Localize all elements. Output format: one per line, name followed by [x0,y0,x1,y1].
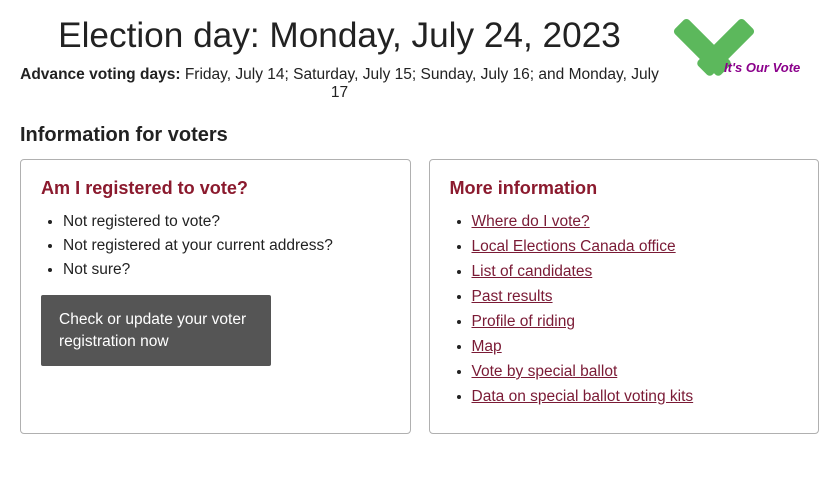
list-item-past-results: Past results [472,288,799,306]
link-profile-riding[interactable]: Profile of riding [472,313,576,330]
page-wrapper: It's Our Vote Election day: Monday, July… [0,0,839,454]
card-more-info: More information Where do I vote? Local … [429,159,820,434]
link-past-results[interactable]: Past results [472,288,553,305]
registration-bullets: Not registered to vote? Not registered a… [41,213,390,279]
register-button[interactable]: Check or update your voter registration … [41,295,271,366]
link-candidates[interactable]: List of candidates [472,263,593,280]
list-item-where-vote: Where do I vote? [472,213,799,231]
info-section-title: Information for voters [20,124,819,147]
logo-svg: It's Our Vote [669,10,819,105]
advance-voting-label: Advance voting days: [20,66,180,83]
bullet-not-current-address: Not registered at your current address? [63,237,390,255]
svg-text:It's Our Vote: It's Our Vote [724,60,800,75]
list-item-map: Map [472,338,799,356]
list-item-special-ballot: Vote by special ballot [472,363,799,381]
cards-row: Am I registered to vote? Not registered … [20,159,819,434]
link-special-ballot-kits[interactable]: Data on special ballot voting kits [472,388,694,405]
logo-area: It's Our Vote [669,10,819,105]
list-item-candidates: List of candidates [472,263,799,281]
advance-voting: Advance voting days: Friday, July 14; Sa… [20,66,659,102]
election-title: Election day: Monday, July 24, 2023 [20,16,659,56]
more-info-links: Where do I vote? Local Elections Canada … [450,213,799,406]
card-registration-title: Am I registered to vote? [41,178,390,199]
list-item-local-office: Local Elections Canada office [472,238,799,256]
list-item-special-ballot-kits: Data on special ballot voting kits [472,388,799,406]
card-registration: Am I registered to vote? Not registered … [20,159,411,434]
link-special-ballot[interactable]: Vote by special ballot [472,363,618,380]
bullet-not-sure: Not sure? [63,261,390,279]
advance-voting-dates: Friday, July 14; Saturday, July 15; Sund… [185,66,659,101]
link-local-office[interactable]: Local Elections Canada office [472,238,676,255]
link-map[interactable]: Map [472,338,502,355]
list-item-profile-riding: Profile of riding [472,313,799,331]
link-where-vote[interactable]: Where do I vote? [472,213,590,230]
bullet-not-registered: Not registered to vote? [63,213,390,231]
card-more-info-title: More information [450,178,799,199]
